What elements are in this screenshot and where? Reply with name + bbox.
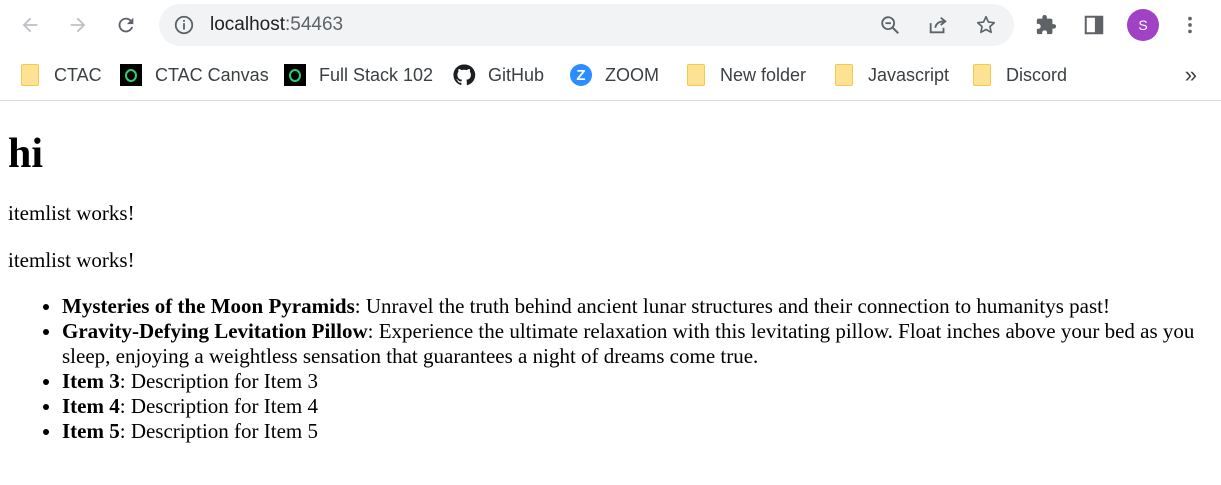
- itemlist-status: itemlist works!: [8, 247, 135, 272]
- bookmark-label: Discord: [1006, 64, 1068, 85]
- profile-button[interactable]: S: [1127, 9, 1159, 41]
- extensions-button[interactable]: [1030, 9, 1062, 41]
- bookmark-label: Javascript: [868, 64, 950, 85]
- browser-menu-button[interactable]: [1174, 9, 1206, 41]
- more-bookmarks-button[interactable]: »: [1185, 62, 1197, 88]
- page-heading: hi: [8, 131, 44, 177]
- browser-toolbar: localhost:54463 S: [0, 0, 1221, 50]
- item-name: Item 5: [62, 418, 120, 443]
- arrow-left-icon: [22, 17, 38, 33]
- site-info-icon[interactable]: [173, 14, 195, 36]
- bookmark-label: GitHub: [488, 64, 545, 85]
- item-description: : Description for Item 3: [119, 368, 319, 393]
- bookmark-label: New folder: [720, 64, 807, 85]
- list-item: Mysteries of the Moon Pyramids: Unravel …: [62, 294, 1213, 319]
- folder-icon: [970, 63, 994, 87]
- list-item: Item 3: Description for Item 3: [62, 369, 1213, 394]
- folder-icon: [832, 63, 856, 87]
- page-content: hi itemlist works! itemlist works! Myste…: [0, 129, 1221, 444]
- canvas-icon: [283, 63, 307, 87]
- folder-icon: [684, 63, 708, 87]
- forward-button[interactable]: [62, 9, 94, 41]
- reload-icon: [118, 17, 134, 33]
- github-icon: [452, 63, 476, 87]
- bookmark-discord[interactable]: Discord: [970, 62, 1067, 88]
- list-item: Item 4: Description for Item 4: [62, 394, 1213, 419]
- bookmark-label: ZOOM: [605, 64, 659, 85]
- side-panel-icon: [1084, 15, 1104, 35]
- item-description: : Description for Item 4: [119, 393, 319, 418]
- arrow-right-icon: [70, 17, 86, 33]
- side-panel-button[interactable]: [1078, 9, 1110, 41]
- url-host: localhost: [210, 14, 285, 35]
- bookmark-ctac[interactable]: CTAC: [18, 62, 102, 88]
- back-button[interactable]: [14, 9, 46, 41]
- zoom-icon: Z: [569, 63, 593, 87]
- zoom-out-icon: [881, 16, 899, 34]
- share-button[interactable]: [926, 13, 950, 37]
- item-name: Mysteries of the Moon Pyramids: [62, 293, 355, 318]
- item-description: : Description for Item 5: [119, 418, 319, 443]
- item-name: Gravity-Defying Levitation Pillow: [62, 318, 368, 343]
- share-icon: [929, 16, 947, 34]
- bookmark-new-folder[interactable]: New folder: [684, 62, 806, 88]
- bookmark-star-button[interactable]: [974, 13, 998, 37]
- bookmark-ctac-canvas[interactable]: CTAC Canvas: [119, 62, 269, 88]
- bookmark-full-stack-102[interactable]: Full Stack 102: [283, 62, 433, 88]
- item-name: Item 3: [62, 368, 120, 393]
- folder-icon: [18, 63, 42, 87]
- bookmarks-bar: CTAC CTAC Canvas Full Stack 102 GitHub Z…: [0, 50, 1221, 101]
- bookmark-javascript[interactable]: Javascript: [832, 62, 949, 88]
- item-name: Item 4: [62, 393, 120, 418]
- star-icon: [976, 15, 996, 34]
- address-bar[interactable]: localhost:54463: [159, 4, 1014, 46]
- bookmark-zoom[interactable]: Z ZOOM: [569, 62, 659, 88]
- list-item: Gravity-Defying Levitation Pillow: Exper…: [62, 319, 1213, 369]
- avatar: S: [1127, 9, 1159, 41]
- list-item: Item 5: Description for Item 5: [62, 419, 1213, 444]
- bookmark-label: Full Stack 102: [319, 64, 434, 85]
- item-description: : Unravel the truth behind ancient lunar…: [354, 293, 1110, 318]
- browser-chrome: localhost:54463 S CTAC CTAC Canvas Full …: [0, 0, 1221, 101]
- url-port: :54463: [285, 14, 344, 35]
- zoom-out-button[interactable]: [878, 13, 902, 37]
- canvas-icon: [119, 63, 143, 87]
- more-vertical-icon: [1188, 16, 1192, 34]
- itemlist-status: itemlist works!: [8, 201, 135, 226]
- reload-button[interactable]: [110, 9, 142, 41]
- bookmark-label: CTAC Canvas: [155, 64, 269, 85]
- bookmark-label: CTAC: [54, 64, 102, 85]
- item-list: Mysteries of the Moon Pyramids: Unravel …: [8, 294, 1213, 444]
- bookmark-github[interactable]: GitHub: [452, 62, 544, 88]
- url-text: localhost:54463: [210, 14, 343, 36]
- puzzle-icon: [1036, 14, 1057, 35]
